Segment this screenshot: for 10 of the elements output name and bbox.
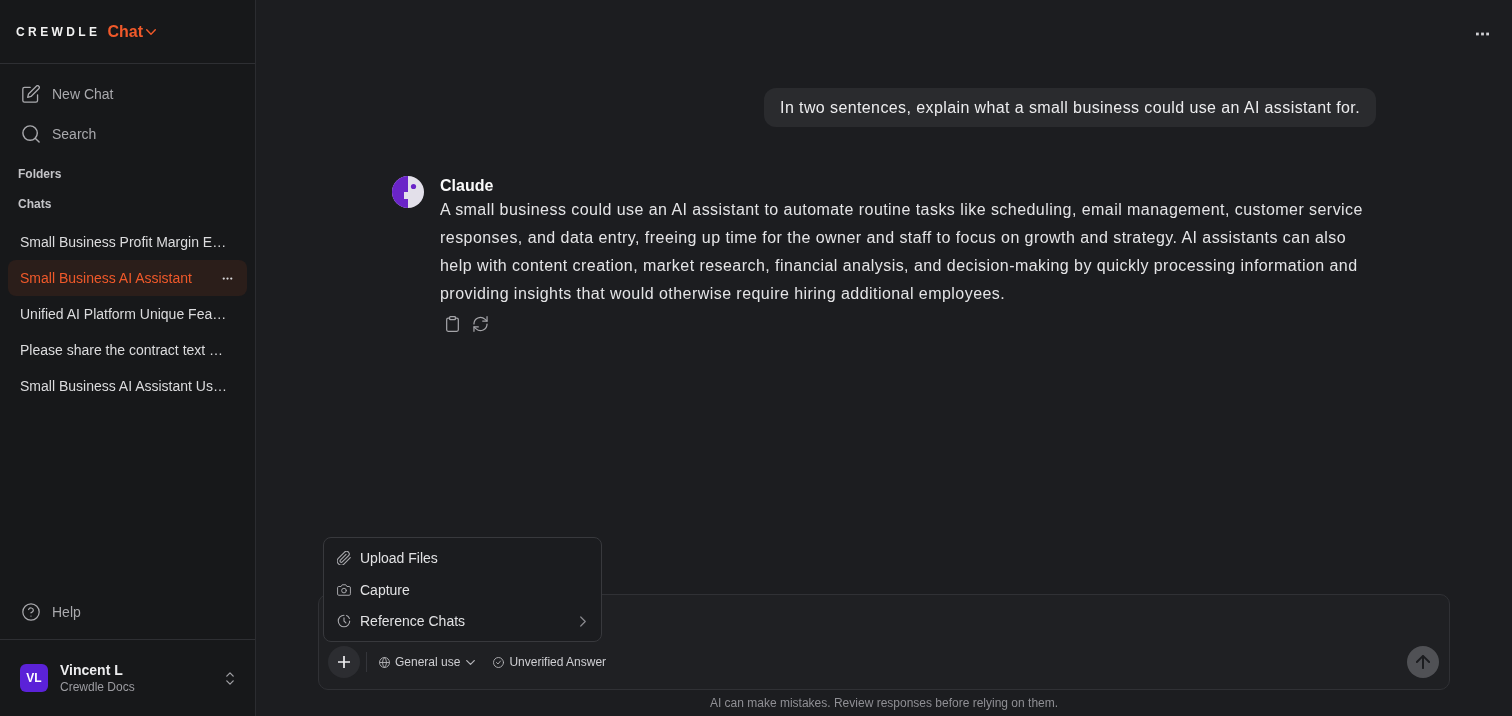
user-avatar: VL — [20, 664, 48, 692]
brand-wordmark: CREWDLE — [16, 24, 101, 39]
assistant-message: A small business could use an AI assistant to automate routine tasks like scheduling, email management, customer service responses, and data entry, freeing up time for the owner and staff to focus on growth and strategy. AI assistants can also help with content creation, market research, financial analysis, and decision-making by quickly processing information and providing insights that would otherwise require hiring additional employees. — [440, 200, 1364, 304]
user-message: In two sentences, explain what a small business could use an AI assistant for. — [764, 88, 1376, 127]
workspace-name: Crewdle Docs — [60, 679, 135, 695]
sender-name: Claude — [440, 176, 494, 196]
section-heading: Chats — [17, 196, 52, 213]
section-heading: Folders — [17, 166, 62, 183]
disclaimer-text: AI can make mistakes. Review responses before relying on them. — [708, 695, 1060, 712]
user-name: Vincent L — [60, 661, 123, 679]
